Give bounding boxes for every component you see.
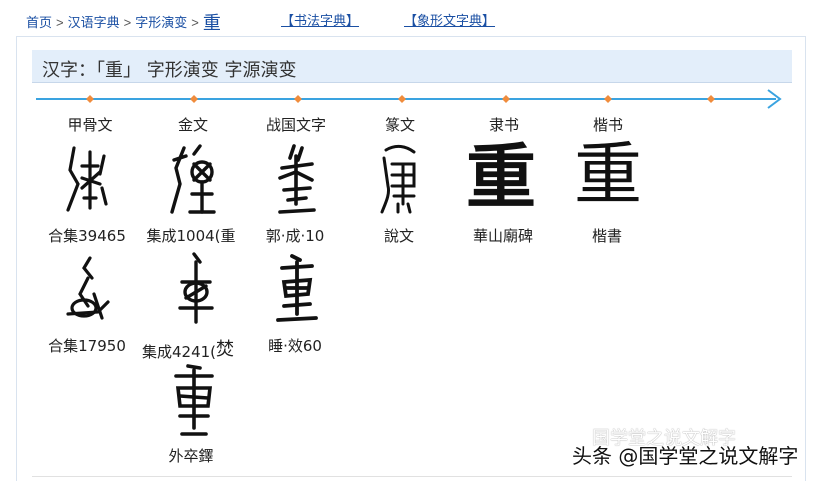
glyph-source-label: 華山廟碑	[472, 227, 533, 245]
period-bronze: 金文	[177, 116, 208, 134]
breadcrumb-home[interactable]: 首页	[26, 15, 52, 30]
glyph-source-label: 說文	[383, 227, 414, 245]
timeline-dot	[502, 95, 510, 103]
timeline-dot	[190, 95, 198, 103]
timeline-dot	[604, 95, 612, 103]
page-title: 汉字：「重」 字形演变 字源演变	[42, 60, 297, 81]
period-oracle-bone: 甲骨文	[67, 116, 113, 134]
period-regular: 楷书	[592, 116, 623, 134]
seal-glyph-shuowen	[380, 144, 416, 214]
glyph-source-text: 集成4241(	[142, 343, 217, 361]
breadcrumb: 首页 > 汉语字典 > 字形演变 > 重	[26, 9, 221, 35]
period-warring-states: 战国文字	[265, 116, 326, 134]
breadcrumb-dictionary[interactable]: 汉语字典	[68, 15, 120, 30]
top-bar: 首页 > 汉语字典 > 字形演变 > 重 【书法字典】 【象形文字典】	[0, 0, 820, 36]
watermark-text: 头条 @国学堂之说文解字	[572, 444, 799, 468]
glyph-source-label: 集成1004(重	[146, 227, 236, 245]
glyph-source-label: 郭·成·10	[265, 227, 325, 245]
warring-states-glyph-shuihudi	[276, 254, 318, 322]
glyph-source-label: 楷書	[591, 227, 622, 245]
breadcrumb-current: 重	[202, 13, 221, 33]
glyph-source-extra: 焚	[216, 339, 235, 360]
glyph-source-label: 集成4241(焚	[136, 335, 252, 362]
period-clerical: 隶书	[488, 116, 519, 134]
glyph-source-label: 合集17950	[48, 337, 126, 355]
period-seal: 篆文	[384, 116, 415, 134]
breadcrumb-separator: >	[123, 15, 132, 30]
divider	[32, 476, 792, 477]
bronze-glyph-jicheng-1004	[170, 144, 216, 214]
warring-states-glyph-guodian	[278, 144, 316, 214]
pictograph-dictionary-link[interactable]: 【象形文字典】	[404, 10, 495, 29]
timeline-dot	[707, 95, 715, 103]
glyph-source-label: 睡·效60	[268, 337, 322, 355]
bronze-glyph-waizuduo	[174, 364, 214, 436]
glyph-source-label: 外卒鐸	[168, 447, 214, 465]
breadcrumb-separator: >	[191, 15, 199, 30]
oracle-glyph-heji-39465	[66, 146, 108, 212]
timeline-arrow	[36, 89, 782, 109]
section-header: 汉字：「重」 字形演变 字源演变	[32, 50, 792, 83]
timeline-dot	[398, 95, 406, 103]
bronze-glyph-jicheng-4241	[178, 252, 214, 324]
timeline-dot	[294, 95, 302, 103]
calligraphy-dictionary-link[interactable]: 【书法字典】	[281, 10, 359, 29]
regular-glyph-kaishu: 重	[574, 136, 643, 215]
timeline-dot	[86, 95, 94, 103]
breadcrumb-evolution[interactable]: 字形演变	[135, 15, 187, 30]
breadcrumb-separator: >	[56, 15, 64, 30]
clerical-glyph-huashan: 重	[466, 135, 536, 218]
oracle-glyph-heji-17950	[66, 256, 110, 320]
glyph-source-label: 合集39465	[48, 227, 126, 245]
